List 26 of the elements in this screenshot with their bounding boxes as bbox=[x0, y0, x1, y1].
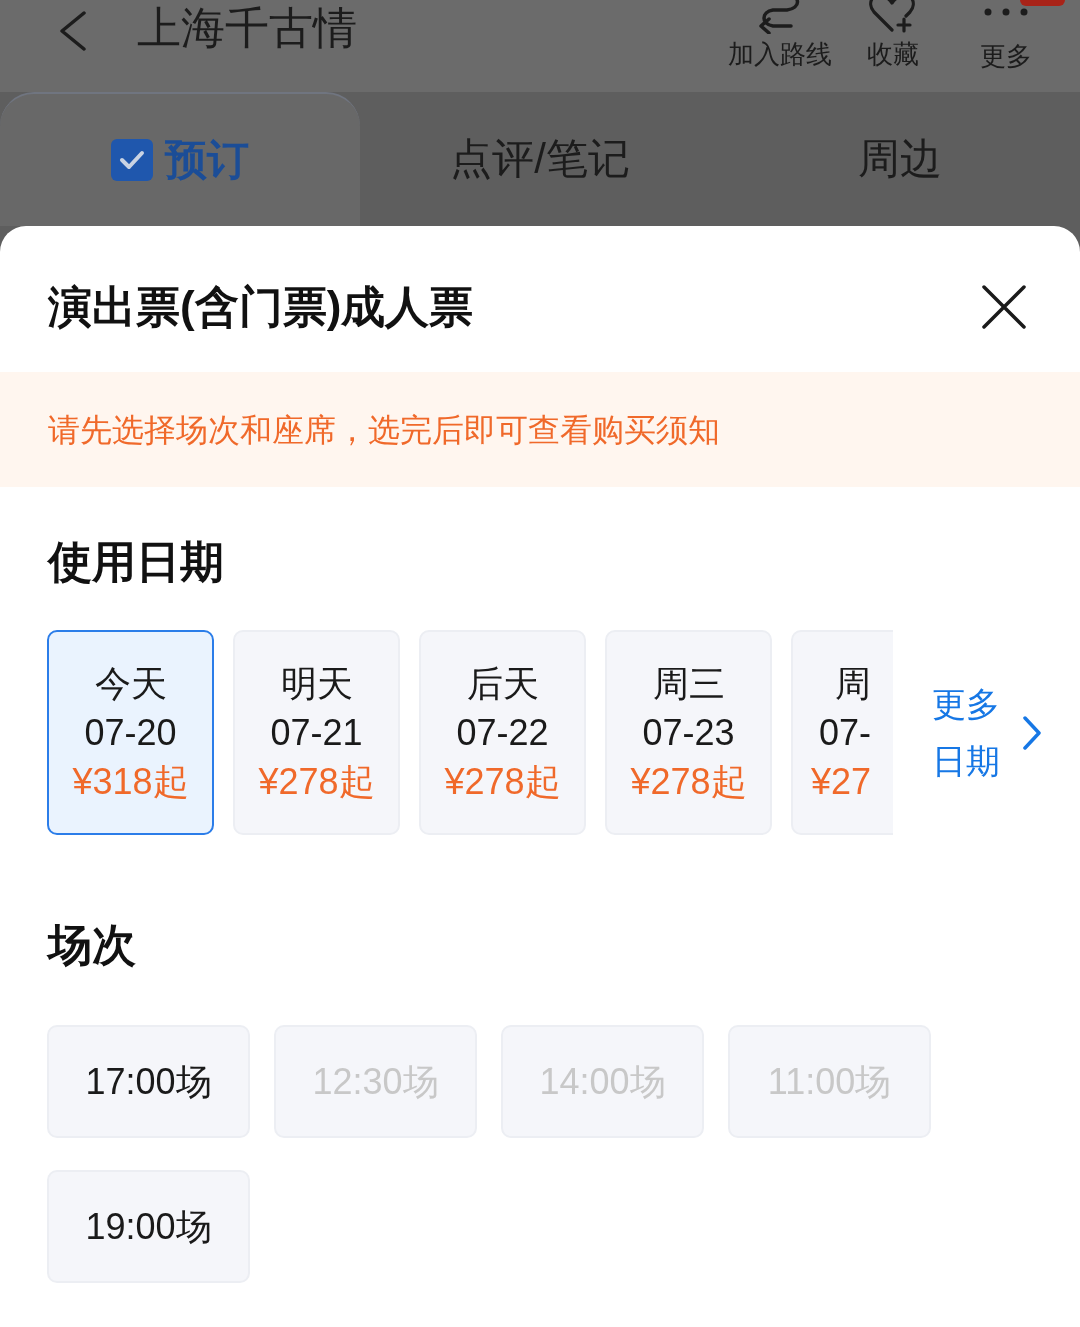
session-option[interactable]: 19:00场 bbox=[47, 1170, 250, 1283]
sheet-title: 演出票(含门票)成人票 bbox=[48, 281, 474, 333]
favorite-action[interactable]: 收藏 bbox=[838, 0, 948, 73]
heart-plus-icon bbox=[868, 0, 918, 34]
badge-icon bbox=[1020, 0, 1065, 6]
close-icon bbox=[982, 285, 1026, 329]
notice-text: 请先选择场次和座席，选完后即可查看购买须知 bbox=[48, 410, 720, 450]
back-icon bbox=[58, 11, 86, 51]
more-icon bbox=[984, 8, 1028, 16]
close-button[interactable] bbox=[980, 283, 1028, 331]
session-option[interactable]: 17:00场 bbox=[47, 1025, 250, 1138]
more-action[interactable]: 更多 bbox=[951, 0, 1061, 73]
route-action[interactable]: 加入路线 bbox=[725, 0, 835, 73]
page-title: 上海千古情 bbox=[137, 2, 357, 54]
chevron-right-icon bbox=[1022, 715, 1042, 750]
tab[interactable]: 周边 bbox=[720, 92, 1080, 226]
date-option[interactable]: 周三 07-23 ¥278起 bbox=[605, 630, 772, 835]
tab[interactable]: 点评/笔记 bbox=[360, 92, 720, 226]
date-option[interactable]: 今天 07-20 ¥318起 bbox=[47, 630, 214, 835]
checkbox-icon bbox=[111, 139, 153, 181]
date-option[interactable]: 后天 07-22 ¥278起 bbox=[419, 630, 586, 835]
section-heading: 场次 bbox=[48, 919, 136, 971]
date-option[interactable]: 周 07- ¥27 bbox=[791, 630, 893, 835]
date-option[interactable]: 明天 07-21 ¥278起 bbox=[233, 630, 400, 835]
section-heading: 使用日期 bbox=[48, 536, 224, 588]
more-dates-button[interactable]: 更多日期 bbox=[932, 675, 1042, 790]
